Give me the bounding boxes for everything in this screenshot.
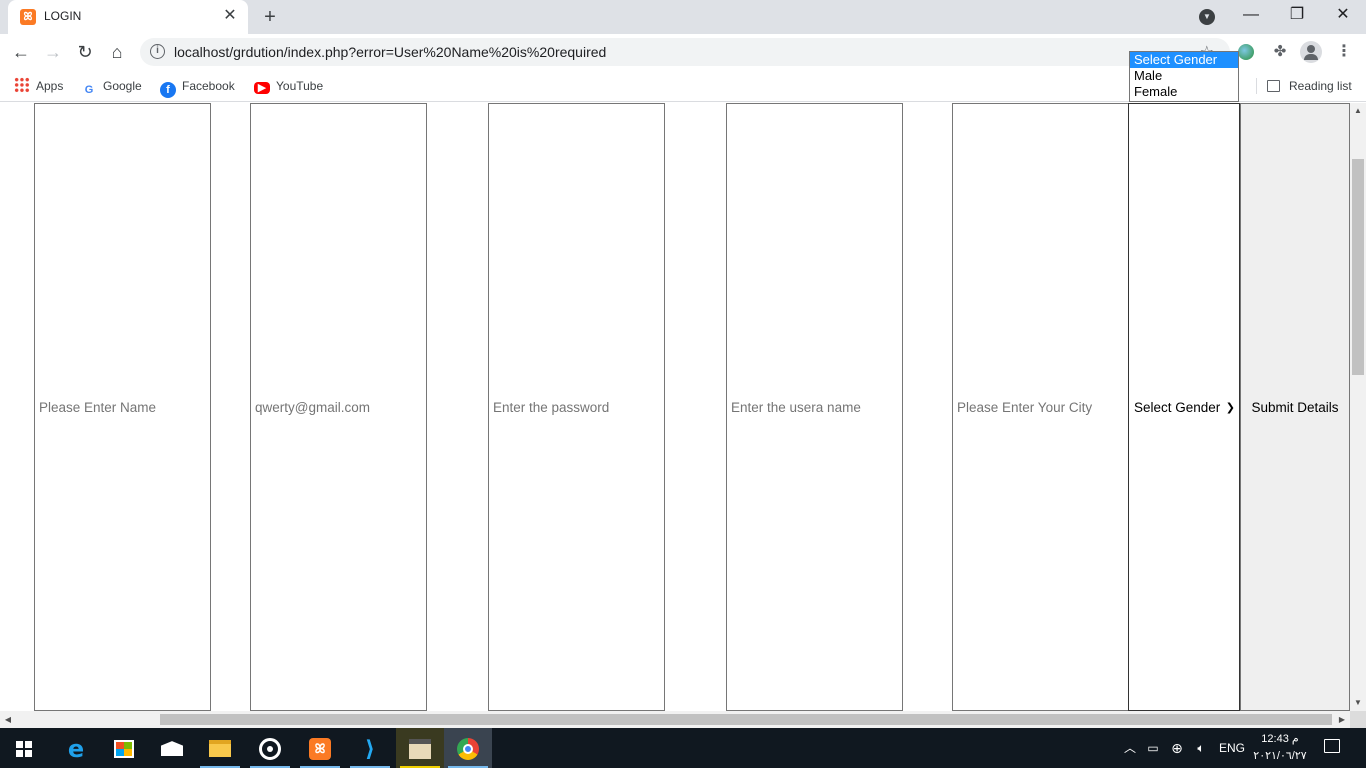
back-arrow-icon[interactable]: ← [8,39,34,65]
youtube-icon: ▶ [254,82,270,94]
horizontal-scroll-thumb[interactable] [160,714,1332,725]
reading-list-button[interactable]: Reading list [1267,76,1352,96]
tab-title: LOGIN [44,9,82,23]
chevron-down-icon: ❯ [1225,402,1235,414]
username-input[interactable]: Enter the usera name [726,103,903,711]
edge-icon: e [67,734,85,763]
taskbar-clock[interactable]: 12:43 م ٢٠٢١/٠٦/٢٧ [1252,731,1308,765]
windows-taskbar: e ꕤ ⟩ ︿ ▭ ⊕ 🔈︎ ENG 12:43 م ٢٠٢١/٠٦/٢٧ [0,728,1366,768]
gender-select[interactable]: Select Gender ❯ [1128,103,1240,711]
tab-close-icon[interactable]: ✕ [220,6,240,26]
site-info-icon[interactable]: i [150,44,165,59]
city-input[interactable]: Please Enter Your City [952,103,1129,711]
store-icon [114,739,134,758]
taskbar-mail[interactable] [148,728,196,768]
address-bar[interactable]: i localhost/grdution/index.php?error=Use… [140,38,1230,66]
bookmark-google[interactable]: G Google [81,76,142,96]
clock-date: ٢٠٢١/٠٦/٢٧ [1253,750,1307,762]
taskbar-obs[interactable] [246,728,294,768]
reload-icon[interactable]: ↻ [72,39,98,65]
bookmark-youtube[interactable]: ▶ YouTube [254,76,323,96]
bookmark-label: Apps [36,79,64,93]
google-icon: G [84,84,94,96]
windows-logo-icon [16,740,32,757]
gender-selected-value: Select Gender [1134,400,1221,415]
facebook-icon: f [160,82,176,98]
close-window-button[interactable]: ✕ [1320,0,1366,32]
horizontal-scrollbar[interactable]: ◀ ▶ [0,711,1350,728]
battery-icon[interactable]: ▭ [1142,728,1164,768]
tab-search-icon[interactable]: ▼ [1199,9,1215,25]
home-icon[interactable]: ⌂ [104,39,130,65]
profile-avatar-icon[interactable] [1300,41,1322,63]
url-text: localhost/grdution/index.php?error=User%… [174,44,607,60]
extensions-puzzle-icon[interactable]: ✤ [1270,42,1290,62]
taskbar-store[interactable] [100,728,148,768]
bookmarks-separator [1256,78,1257,94]
scroll-up-arrow-icon[interactable]: ▲ [1350,103,1366,119]
network-globe-icon[interactable]: ⊕ [1166,728,1188,768]
scroll-down-arrow-icon[interactable]: ▼ [1350,695,1366,711]
minimize-button[interactable]: — [1228,0,1274,32]
volume-icon[interactable]: 🔈︎ [1190,728,1212,768]
xampp-icon: ꕤ [309,737,331,760]
reading-list-icon [1267,80,1280,92]
new-tab-button[interactable]: + [258,5,282,29]
page-content: Please Enter Name qwerty@gmail.com Enter… [0,103,1350,711]
language-indicator[interactable]: ENG [1214,728,1250,768]
gender-option[interactable]: Select Gender [1130,52,1238,68]
taskbar-video-editor[interactable] [396,728,444,768]
name-input[interactable]: Please Enter Name [34,103,211,711]
bookmark-label: Google [103,79,142,93]
xampp-favicon-icon: ꕤ [20,9,36,25]
obs-icon [259,737,281,760]
mail-icon [161,741,183,757]
clapper-icon [409,738,431,759]
folder-icon [209,740,231,758]
vertical-scroll-thumb[interactable] [1352,159,1364,375]
vertical-scrollbar[interactable]: ▲ ▼ [1350,103,1366,711]
apps-grid-icon [14,77,30,93]
scroll-right-arrow-icon[interactable]: ▶ [1334,711,1350,728]
kebab-menu-icon[interactable]: ⋮ [1334,42,1354,62]
taskbar-vscode[interactable]: ⟩ [346,728,394,768]
password-input[interactable]: Enter the password [488,103,665,711]
forward-arrow-icon[interactable]: → [40,39,66,65]
bookmark-apps[interactable]: Apps [14,76,63,96]
gender-dropdown-list: Select Gender Male Female [1129,51,1239,102]
gender-option[interactable]: Male [1130,68,1238,84]
vscode-icon: ⟩ [364,735,376,761]
chrome-icon [457,737,479,760]
taskbar-edge[interactable]: e [52,728,100,768]
clock-time: 12:43 م [1261,733,1299,745]
tab-strip: ꕤ LOGIN ✕ + ▼ — ❐ ✕ [0,0,1366,34]
bookmark-label: Facebook [182,79,235,93]
bookmark-label: YouTube [276,79,324,93]
notification-center-icon[interactable] [1324,739,1340,753]
browser-tab[interactable]: ꕤ LOGIN ✕ [8,0,248,34]
submit-details-button[interactable]: Submit Details [1240,103,1350,711]
scrollbar-corner [1350,711,1366,728]
scroll-left-arrow-icon[interactable]: ◀ [0,711,16,728]
extension-globe-icon[interactable] [1238,44,1254,60]
bookmark-facebook[interactable]: f Facebook [160,76,235,98]
restore-button[interactable]: ❐ [1274,0,1320,32]
taskbar-xampp[interactable]: ꕤ [296,728,344,768]
start-button[interactable] [0,728,48,768]
taskbar-explorer[interactable] [196,728,244,768]
email-input[interactable]: qwerty@gmail.com [250,103,427,711]
tray-overflow-chevron-icon[interactable]: ︿ [1120,728,1140,768]
reading-list-label: Reading list [1289,79,1352,93]
gender-option[interactable]: Female [1130,84,1238,100]
taskbar-chrome[interactable] [444,728,492,768]
